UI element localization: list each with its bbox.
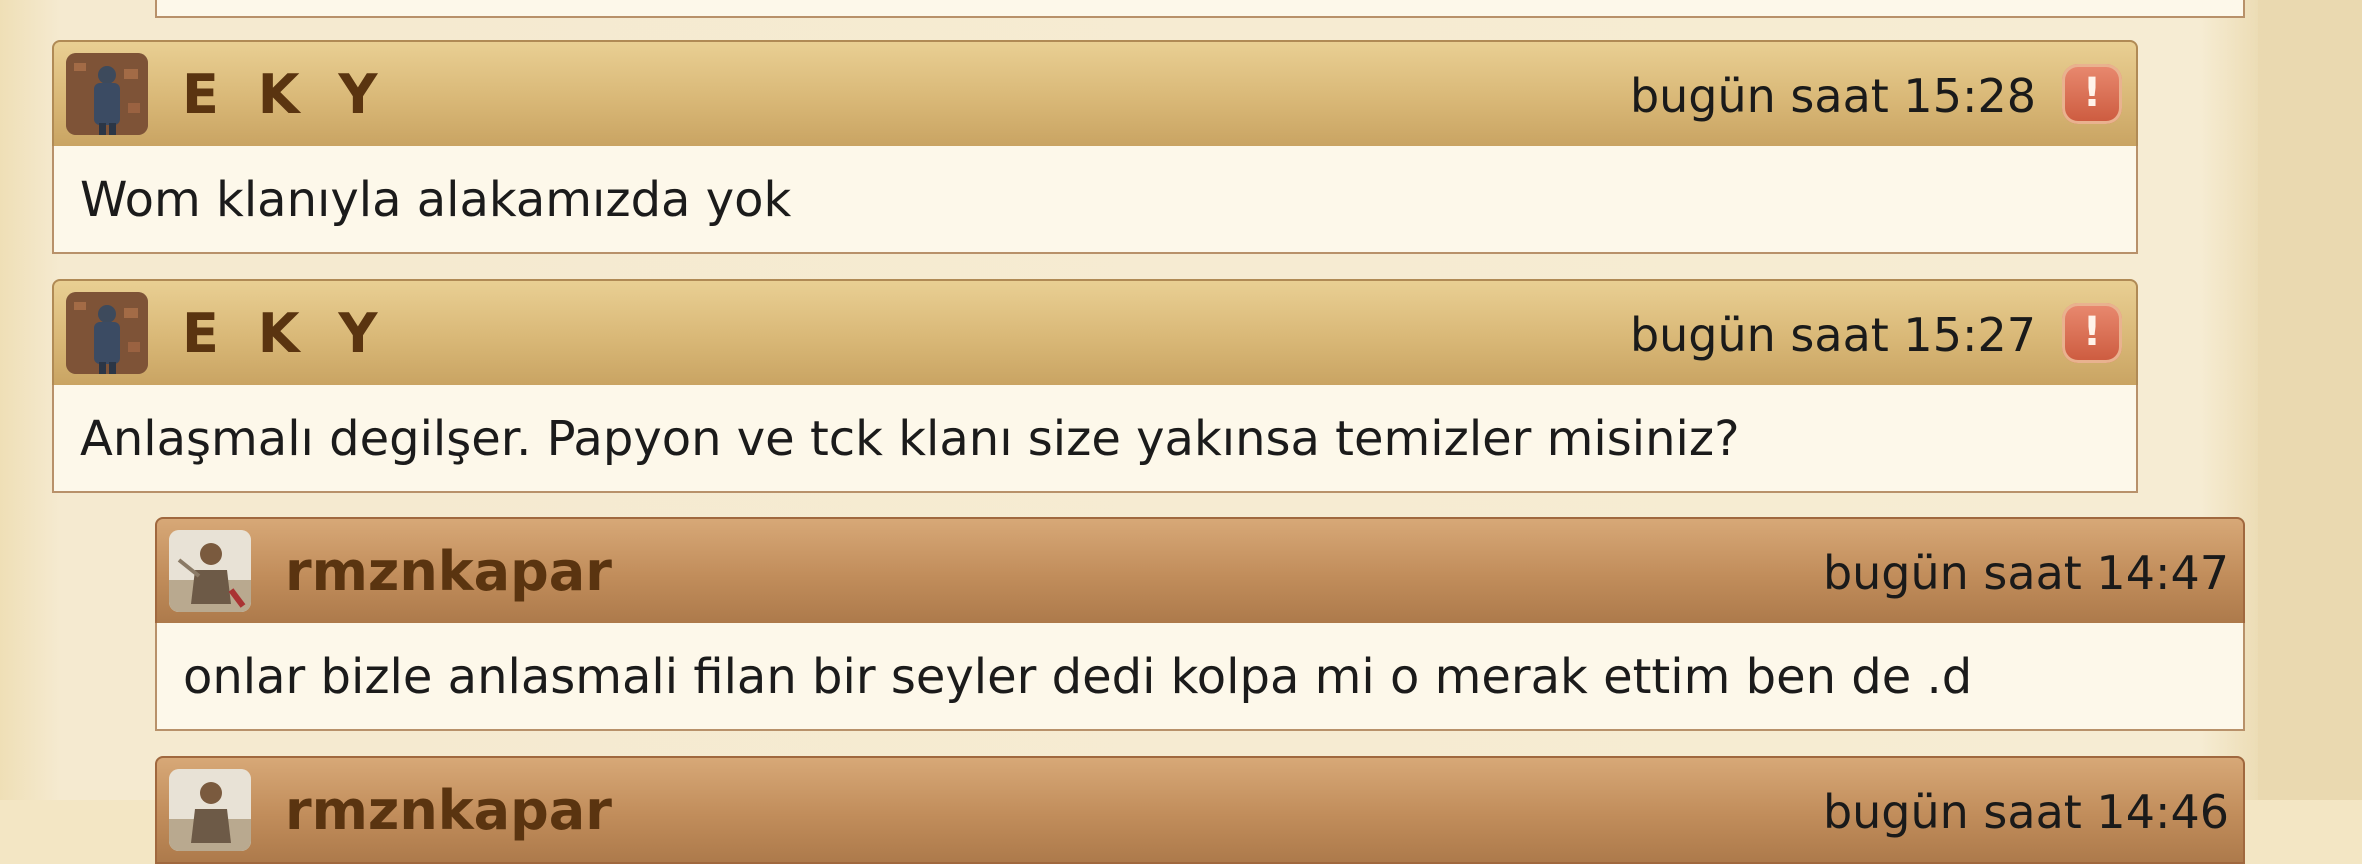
message-body: Anlaşmalı degilşer. Papyon ve tck klanı … <box>52 385 2138 493</box>
report-icon-glyph: ! <box>2082 309 2102 355</box>
right-margin-strip <box>2258 0 2362 800</box>
message-text: onlar bizle anlasmali filan bir seyler d… <box>183 649 1973 705</box>
report-icon-glyph: ! <box>2082 70 2102 116</box>
author-name[interactable]: E K Y <box>182 62 387 128</box>
report-icon[interactable]: ! <box>2062 64 2122 124</box>
message-header: E K Y bugün saat 15:27 ! <box>52 279 2138 387</box>
author-name[interactable]: rmznkapar <box>285 539 612 605</box>
message-text: Anlaşmalı degilşer. Papyon ve tck klanı … <box>80 411 1740 467</box>
author-name[interactable]: E K Y <box>182 301 387 367</box>
message-time: bugün saat 15:28 <box>1629 69 2036 123</box>
message-body: Wom klanıyla alakamızda yok <box>52 146 2138 254</box>
message-card: E K Y bugün saat 15:28 ! Wom klanıyla al… <box>52 40 2138 260</box>
message-card: rmznkapar bugün saat 14:47 onlar bizle a… <box>155 517 2245 735</box>
avatar[interactable] <box>169 769 251 851</box>
previous-message-bottom <box>155 0 2245 18</box>
message-header: rmznkapar bugün saat 14:46 <box>155 756 2245 864</box>
avatar[interactable] <box>66 292 148 374</box>
message-card: rmznkapar bugün saat 14:46 <box>155 756 2245 864</box>
report-icon[interactable]: ! <box>2062 303 2122 363</box>
message-header: E K Y bugün saat 15:28 ! <box>52 40 2138 148</box>
message-card: E K Y bugün saat 15:27 ! Anlaşmalı degil… <box>52 279 2138 495</box>
message-time: bugün saat 15:27 <box>1629 308 2036 362</box>
message-time: bugün saat 14:47 <box>1822 546 2229 600</box>
avatar[interactable] <box>66 53 148 135</box>
author-name[interactable]: rmznkapar <box>285 778 612 844</box>
message-body: onlar bizle anlasmali filan bir seyler d… <box>155 623 2245 731</box>
message-time: bugün saat 14:46 <box>1822 785 2229 839</box>
avatar[interactable] <box>169 530 251 612</box>
message-header: rmznkapar bugün saat 14:47 <box>155 517 2245 625</box>
message-text: Wom klanıyla alakamızda yok <box>80 172 792 228</box>
